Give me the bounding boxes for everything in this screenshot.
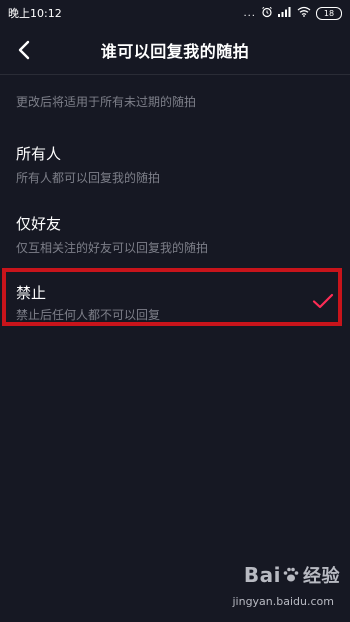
alarm-icon (261, 6, 273, 21)
watermark-logo-part-a: Bai (243, 563, 281, 587)
option-disabled[interactable]: 禁止 禁止后任何人都不可以回复 (0, 270, 350, 330)
baidu-jingyan-watermark: Bai 经验 jingyan.baidu.com (200, 562, 340, 608)
status-dots: ... (243, 7, 256, 19)
back-button[interactable] (10, 36, 38, 64)
option-description: 禁止后任何人都不可以回复 (16, 308, 161, 322)
option-description: 仅互相关注的好友可以回复我的随拍 (16, 241, 209, 255)
baidu-logo: Bai 经验 (244, 562, 340, 588)
signal-icon (278, 6, 292, 20)
watermark-logo-part-b: 经验 (303, 566, 340, 587)
option-title: 仅好友 (16, 215, 62, 233)
option-title: 所有人 (16, 145, 62, 163)
screen: 晚上10:12 ... 18 谁可以回复我的随拍 更改后将适用于所有未过期的随拍… (0, 0, 350, 622)
wifi-icon (297, 6, 311, 20)
status-time: 晚上10:12 (8, 7, 62, 20)
back-arrow-icon (18, 40, 30, 60)
watermark-url: jingyan.baidu.com (232, 595, 334, 608)
option-everyone[interactable]: 所有人 所有人都可以回复我的随拍 (0, 133, 350, 193)
nav-bar: 谁可以回复我的随拍 (0, 26, 350, 75)
option-friends-only[interactable]: 仅好友 仅互相关注的好友可以回复我的随拍 (0, 203, 350, 263)
option-title: 禁止 (16, 284, 47, 302)
status-bar: 晚上10:12 ... 18 (0, 0, 350, 26)
checkmark-icon (312, 293, 334, 309)
settings-hint: 更改后将适用于所有未过期的随拍 (16, 95, 197, 109)
option-description: 所有人都可以回复我的随拍 (16, 171, 161, 185)
page-title: 谁可以回复我的随拍 (100, 42, 250, 61)
battery-indicator: 18 (316, 6, 342, 20)
status-icons: ... 18 (243, 6, 342, 21)
paw-icon (283, 567, 299, 582)
